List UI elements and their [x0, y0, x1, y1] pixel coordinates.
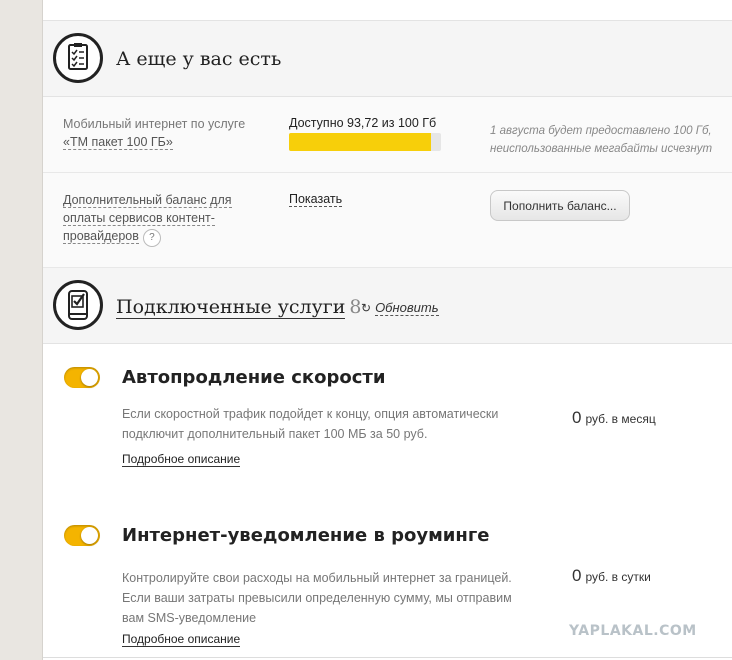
service-details-link[interactable]: Подробное описание [122, 632, 241, 647]
balance-label: Дополнительный баланс для оплаты сервисо… [63, 191, 232, 247]
watermark: YAPLAKAL.COM [569, 623, 697, 639]
renewal-note-line2: неиспользованные мегабайты исчезнут [490, 143, 713, 155]
refresh-icon[interactable]: ↻ [361, 301, 371, 315]
renewal-note: 1 августа будет предоставлено 100 Гб, не… [490, 122, 712, 158]
service-desc-line1: Если скоростной трафик подойдет к концу,… [122, 407, 499, 421]
available-traffic: Доступно 93,72 из 100 Гб [289, 116, 437, 130]
price-unit: руб. в месяц [585, 412, 656, 426]
services-title-wrap: Подключенные услуги 8 [116, 296, 362, 319]
toggle-knob [81, 527, 98, 544]
traffic-progress-bar [289, 133, 441, 151]
refresh-control[interactable]: ↻ Обновить [361, 300, 439, 316]
show-balance-link[interactable]: Показать [289, 192, 343, 207]
traffic-progress-fill [289, 133, 432, 151]
service-description: Контролируйте свои расходы на мобильный … [122, 568, 522, 628]
internet-label: Мобильный интернет по услуге «ТМ пакет 1… [63, 115, 245, 151]
balance-label-line3[interactable]: провайдеров [63, 229, 139, 244]
service-title: Автопродление скорости [122, 367, 386, 388]
phone-checkbox-icon [53, 280, 103, 330]
extras-header: А еще у вас есть [43, 21, 732, 97]
service-price: 0 руб. в сутки [572, 566, 651, 586]
refresh-label[interactable]: Обновить [375, 300, 439, 316]
help-icon[interactable]: ? [142, 229, 161, 247]
price-value: 0 [572, 566, 582, 585]
service-desc-line1: Контролируйте свои расходы на мобильный … [122, 571, 512, 585]
clipboard-checklist-icon [53, 33, 103, 83]
service-desc-line3: вам SMS-уведомление [122, 611, 257, 625]
top-strip [43, 0, 732, 21]
service-details-link[interactable]: Подробное описание [122, 452, 241, 467]
service-desc-line2: Если ваши затраты превысили определенную… [122, 591, 512, 605]
service-title: Интернет-уведомление в роуминге [122, 525, 490, 546]
service-toggle-autorenew[interactable] [64, 367, 100, 388]
bottom-divider [43, 657, 732, 658]
service-desc-line2: подключит дополнительный пакет 100 МБ за… [122, 427, 428, 441]
left-gutter [0, 0, 43, 660]
internet-label-text: Мобильный интернет по услуге [63, 117, 246, 131]
service-price: 0 руб. в месяц [572, 408, 656, 428]
services-count: 8 [349, 296, 362, 318]
extras-title: А еще у вас есть [116, 48, 282, 70]
balance-label-line2[interactable]: оплаты сервисов контент- [63, 211, 215, 226]
price-unit: руб. в сутки [585, 570, 651, 584]
balance-label-line1[interactable]: Дополнительный баланс для [63, 193, 232, 208]
service-toggle-roaming[interactable] [64, 525, 100, 546]
toggle-knob [81, 369, 98, 386]
main-content: А еще у вас есть Мобильный интернет по у… [43, 0, 732, 660]
tariff-link[interactable]: «ТМ пакет 100 ГБ» [63, 135, 173, 150]
service-description: Если скоростной трафик подойдет к концу,… [122, 404, 522, 444]
price-value: 0 [572, 408, 582, 427]
renewal-note-line1: 1 августа будет предоставлено 100 Гб, [490, 125, 712, 137]
topup-balance-button[interactable]: Пополнить баланс... [490, 190, 630, 221]
services-title[interactable]: Подключенные услуги [116, 296, 346, 319]
